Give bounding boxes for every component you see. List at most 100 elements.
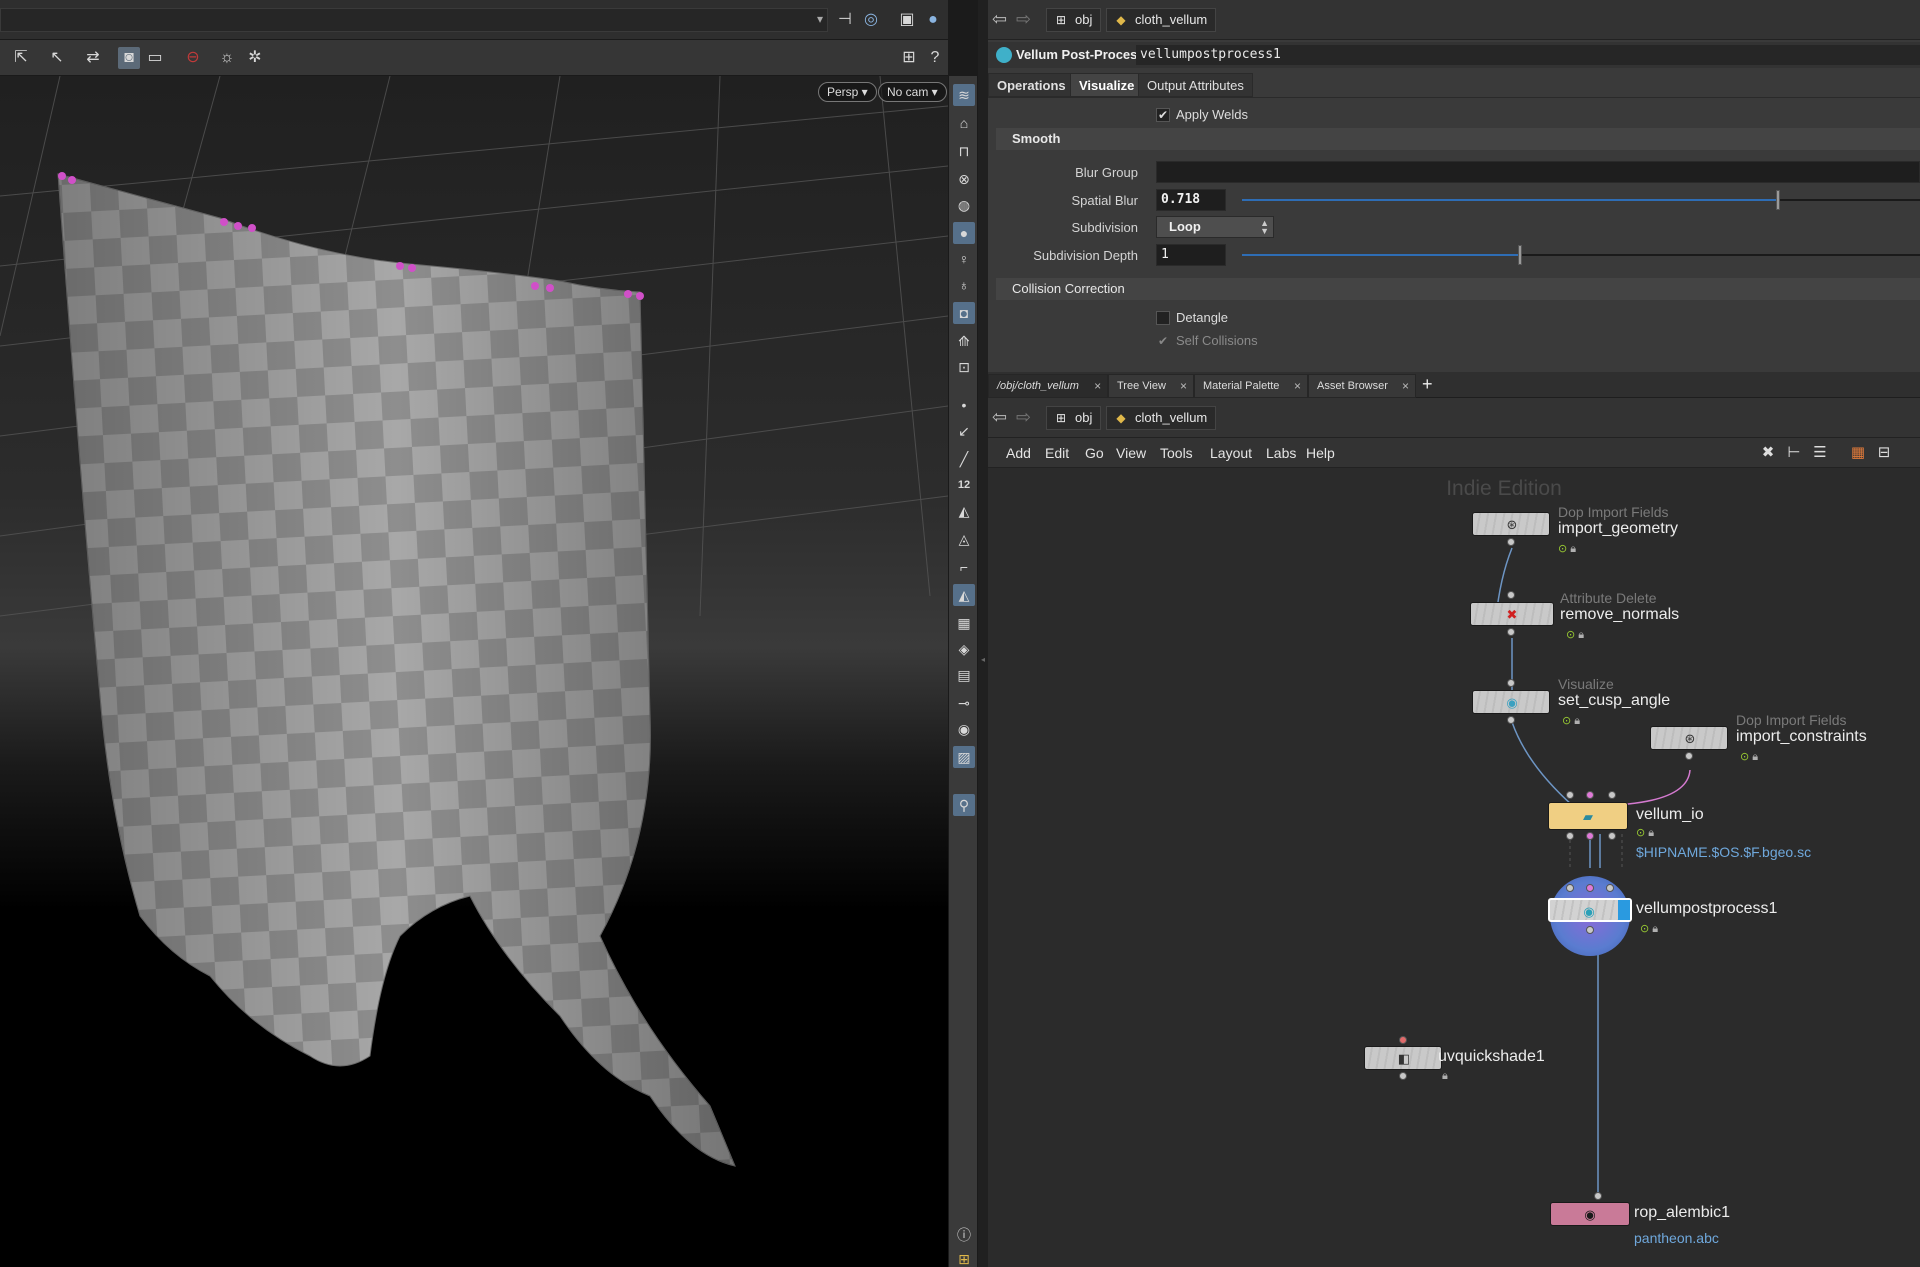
checker-icon[interactable]: ▦ [953,612,975,634]
pin-icon[interactable]: ⊣ [834,9,856,31]
add-tab-plus-icon[interactable]: + [1422,374,1433,394]
node-name-label[interactable]: uvquickshade1 [1438,1048,1545,1066]
detangle-checkbox[interactable] [1156,311,1170,325]
help-icon[interactable]: ? [924,47,946,69]
collision-correction-section-header[interactable]: Collision Correction [996,278,1920,300]
tab-network-path[interactable]: /obj/cloth_vellum × [988,374,1108,398]
subdivision-depth-slider-knob[interactable] [1517,245,1522,265]
tab-material-palette[interactable]: Material Palette × [1194,374,1308,398]
select-arrow-icon[interactable]: ↖ [46,47,68,69]
output-port[interactable] [1507,716,1515,724]
blur-group-field[interactable] [1156,161,1920,183]
smooth-section-header[interactable]: Smooth [996,128,1920,150]
back-arrow-icon[interactable]: ⇦ [992,9,1007,30]
quad-view-icon[interactable]: ⊞ [953,1248,975,1267]
measure-icon[interactable]: ◬ [953,528,975,550]
wireframe-icon[interactable]: ◍ [953,194,975,216]
node-name-label[interactable]: remove_normals [1560,606,1679,624]
angle-icon[interactable]: ⌐ [953,556,975,578]
display-options-icon[interactable]: ≋ [953,84,975,106]
node-name-field[interactable]: vellumpostprocess1 [1136,45,1920,65]
point-icon[interactable]: • [953,394,975,416]
target-icon[interactable]: ◎ [860,9,882,31]
close-icon[interactable]: × [1402,375,1409,397]
handle-icon[interactable]: ⊸ [953,692,975,714]
lock-icon[interactable]: ⊓ [953,140,975,162]
output-port[interactable] [1399,1072,1407,1080]
subdivision-depth-field[interactable]: 1 [1156,244,1226,266]
close-icon[interactable]: × [1094,375,1101,397]
node-body[interactable]: ▰ [1548,802,1628,830]
path-crumb-obj[interactable]: ⊞ obj [1046,406,1102,430]
input-port[interactable] [1399,1036,1407,1044]
input-port[interactable] [1566,884,1574,892]
menu-view[interactable]: View [1116,445,1146,461]
subdivision-depth-slider[interactable] [1242,245,1920,265]
output-port[interactable] [1507,628,1515,636]
menu-edit[interactable]: Edit [1045,445,1069,461]
display-flag[interactable] [1618,900,1630,920]
output-port[interactable] [1608,832,1616,840]
tab-tree-view[interactable]: Tree View × [1108,374,1194,398]
network-canvas[interactable]: Indie Edition ⊛ Dop Import Fields import… [988,468,1920,1267]
node-name-label[interactable]: rop_alembic1 [1634,1204,1730,1222]
node-name-label[interactable]: vellum_io [1636,806,1704,824]
input-port[interactable] [1507,679,1515,687]
transform-icon[interactable]: ⇄ [82,47,104,69]
menu-labs[interactable]: Labs [1266,445,1296,461]
box-icon[interactable]: ▣ [896,9,918,31]
output-port[interactable] [1586,926,1594,934]
menu-tools[interactable]: Tools [1160,445,1193,461]
selection-mode-icon[interactable]: ⌂ [953,112,975,134]
node-body[interactable]: ◉ [1472,690,1550,714]
node-body[interactable]: ⊛ [1472,512,1550,536]
grid-plane-icon[interactable]: ◈ [953,638,975,660]
object-icon[interactable]: ◉ [953,718,975,740]
node-name-label[interactable]: import_geometry [1558,520,1678,538]
node-body[interactable]: ✖ [1470,602,1554,626]
display-icon[interactable]: ▭ [144,47,166,69]
input-port[interactable] [1608,791,1616,799]
tab-operations[interactable]: Operations [988,73,1075,97]
path-crumb-object[interactable]: ◆ cloth_vellum [1106,8,1217,32]
node-name-label[interactable]: vellumpostprocess1 [1636,900,1777,918]
input-port[interactable] [1586,884,1594,892]
output-port[interactable] [1566,832,1574,840]
tab-visualize[interactable]: Visualize [1070,73,1144,97]
close-icon[interactable]: × [1180,375,1187,397]
node-name-label[interactable]: import_constraints [1736,728,1867,746]
close-circle-icon[interactable]: ⊗ [953,168,975,190]
spatial-blur-slider-knob[interactable] [1775,190,1780,210]
menu-go[interactable]: Go [1085,445,1104,461]
viewport-path-field[interactable]: ▾ [0,8,828,32]
camera-view-icon[interactable]: ⊡ [953,356,975,378]
node-body[interactable]: ⊛ [1650,726,1728,750]
output-file-label[interactable]: pantheon.abc [1634,1230,1719,1246]
output-port[interactable] [1507,538,1515,546]
tab-output-attributes[interactable]: Output Attributes [1138,73,1253,97]
back-arrow-icon[interactable]: ⇦ [992,407,1007,428]
menu-add[interactable]: Add [1006,445,1031,461]
input-port[interactable] [1586,791,1594,799]
light-icon[interactable]: ● [953,222,975,244]
output-port[interactable] [1685,752,1693,760]
shape-palette-icon[interactable]: ⊟ [1874,444,1894,462]
snapshot-icon[interactable]: ☼ [216,47,238,69]
info-icon[interactable]: ⓘ [953,1224,975,1246]
list-view-icon[interactable]: ☰ [1810,444,1830,462]
subdivision-select[interactable]: Loop ▲ ▼ [1156,216,1274,238]
input-port[interactable] [1594,1192,1602,1200]
background-image-icon[interactable]: ▨ [953,746,975,768]
location-icon[interactable]: ⚲ [953,794,975,816]
number-icon[interactable]: 12 [953,474,975,496]
path-crumb-obj[interactable]: ⊞ obj [1046,8,1102,32]
ghost-icon[interactable]: ⊖ [182,47,204,69]
node-body[interactable]: ◉ [1548,898,1632,922]
menu-layout[interactable]: Layout [1210,445,1252,461]
self-collisions-checkbox[interactable]: ✔ [1156,334,1170,348]
pane-splitter[interactable]: ◂ [978,0,988,1267]
ghost-other-icon[interactable]: ⟰ [953,330,975,352]
node-body[interactable]: ◧ [1364,1046,1442,1070]
sphere-icon[interactable]: ● [922,9,944,31]
output-port[interactable] [1586,832,1594,840]
